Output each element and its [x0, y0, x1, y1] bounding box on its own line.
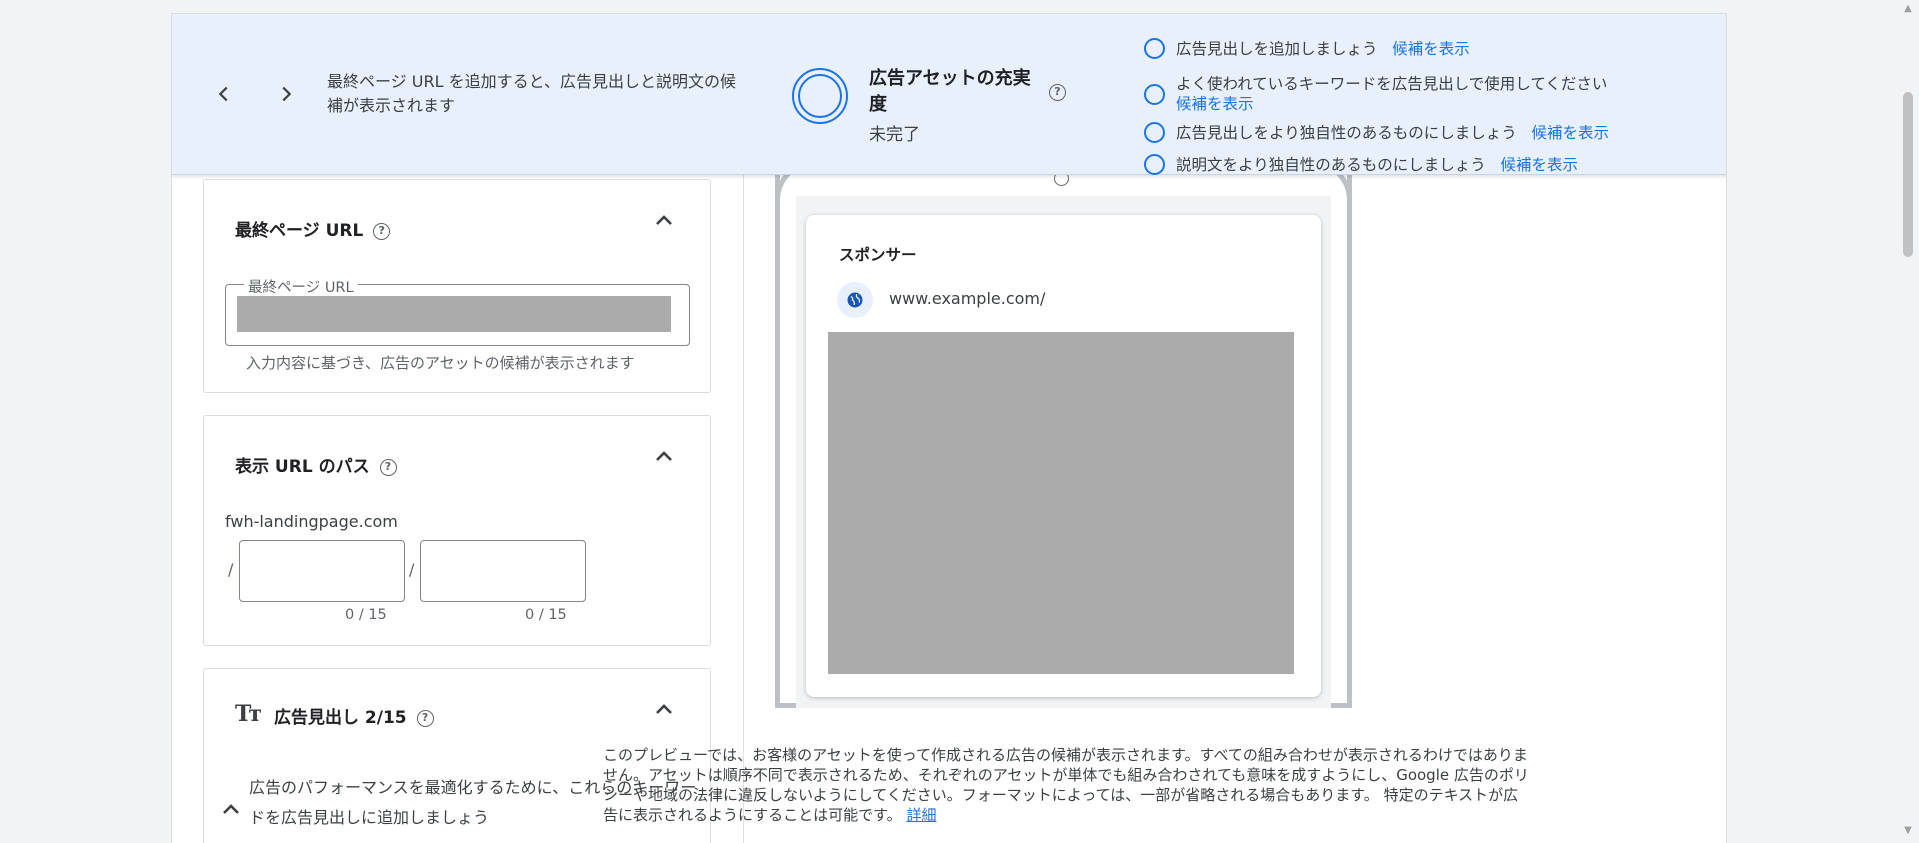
- checklist-text: 広告見出しをより独自性のあるものにしましょう: [1176, 124, 1517, 142]
- path1-counter: 0 / 15: [345, 607, 387, 623]
- redacted-url-value: [237, 296, 671, 332]
- checklist-text: よく使われているキーワードを広告見出しで使用してください: [1176, 75, 1608, 93]
- help-icon[interactable]: ?: [1049, 84, 1066, 101]
- text-format-icon: Tт: [235, 701, 262, 727]
- help-icon[interactable]: ?: [379, 458, 397, 476]
- scrollbar-thumb[interactable]: [1903, 92, 1913, 257]
- path1-input[interactable]: [239, 540, 405, 602]
- display-path-card: 表示 URL のパス ? fwh-landingpage.com / / 0 /…: [203, 415, 711, 646]
- show-suggestions-link[interactable]: 候補を表示: [1392, 40, 1470, 58]
- unchecked-circle-icon: [1144, 38, 1165, 59]
- ad-image-placeholder: [828, 332, 1294, 674]
- path-separator: /: [409, 560, 415, 579]
- next-button[interactable]: [268, 76, 304, 112]
- display-domain: fwh-landingpage.com: [225, 512, 398, 531]
- details-link[interactable]: 詳細: [906, 806, 936, 824]
- path2-input[interactable]: [420, 540, 586, 602]
- scroll-up-arrow-icon[interactable]: ▲: [1902, 4, 1914, 14]
- chevron-up-icon[interactable]: [219, 797, 243, 821]
- final-url-card: 最終ページ URL ? 最終ページ URL 入力内容に基づき、広告のアセットの候…: [203, 179, 711, 393]
- path-separator: /: [228, 560, 234, 579]
- card-title: 最終ページ URL: [235, 221, 364, 241]
- ad-preview-card: スポンサー www.example.com/: [806, 215, 1321, 697]
- card-title: 広告見出し 2/15: [274, 708, 407, 728]
- field-label: 最終ページ URL: [244, 276, 358, 297]
- show-suggestions-link[interactable]: 候補を表示: [1531, 124, 1609, 142]
- chevron-left-icon: [218, 86, 228, 102]
- field-hint: 入力内容に基づき、広告のアセットの候補が表示されます: [246, 354, 635, 372]
- card-title: 表示 URL のパス: [235, 457, 370, 477]
- ad-display-url: www.example.com/: [889, 289, 1046, 308]
- strength-gauge: [792, 68, 848, 124]
- sponsor-label: スポンサー: [839, 246, 917, 264]
- help-icon[interactable]: ?: [373, 222, 391, 240]
- chevron-up-icon[interactable]: [652, 697, 676, 721]
- scroll-down-arrow-icon[interactable]: ▼: [1902, 826, 1914, 836]
- chevron-up-icon[interactable]: [652, 444, 676, 468]
- chevron-up-icon[interactable]: [652, 208, 676, 232]
- chevron-right-icon: [282, 86, 292, 102]
- unchecked-circle-icon: [1144, 154, 1165, 175]
- path2-counter: 0 / 15: [525, 607, 567, 623]
- strength-status: 未完了: [869, 125, 920, 145]
- prev-button[interactable]: [206, 76, 242, 112]
- show-suggestions-link[interactable]: 候補を表示: [1500, 156, 1578, 174]
- help-icon[interactable]: ?: [416, 709, 434, 727]
- strength-title: 広告アセットの充実度: [869, 68, 1031, 115]
- unchecked-circle-icon: [1144, 122, 1165, 143]
- banner-message: 最終ページ URL を追加すると、広告見出しと説明文の候補が表示されます: [327, 72, 736, 115]
- column-divider: [743, 175, 744, 843]
- checklist-text: 説明文をより独自性のあるものにしましょう: [1176, 156, 1486, 174]
- checklist-text: 広告見出しを追加しましょう: [1176, 40, 1378, 58]
- final-url-input[interactable]: 最終ページ URL: [225, 276, 690, 346]
- asset-strength-banner: 最終ページ URL を追加すると、広告見出しと説明文の候補が表示されます 広告ア…: [172, 14, 1726, 175]
- disclaimer-text: このプレビューでは、お客様のアセットを使って作成される広告の候補が表示されます。…: [603, 746, 1529, 824]
- show-suggestions-link[interactable]: 候補を表示: [1176, 95, 1254, 113]
- preview-disclaimer: このプレビューでは、お客様のアセットを使って作成される広告の候補が表示されます。…: [603, 745, 1533, 825]
- globe-icon: [837, 282, 873, 318]
- unchecked-circle-icon: [1144, 84, 1165, 105]
